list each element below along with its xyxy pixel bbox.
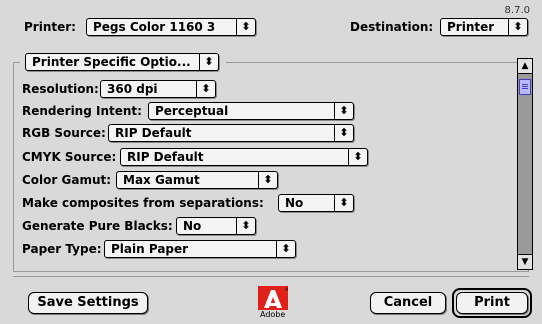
up-down-arrows-icon: ⬍: [236, 19, 255, 35]
cmyk-source-label: CMYK Source:: [22, 150, 117, 164]
make-composites-popup[interactable]: No ⬍: [278, 194, 354, 212]
up-down-arrows-icon: ⬍: [236, 218, 255, 234]
generate-pure-blacks-label: Generate Pure Blacks:: [22, 219, 173, 233]
scroll-down-arrow-icon[interactable]: ▼: [518, 254, 532, 269]
paper-type-value: Plain Paper: [111, 242, 189, 256]
up-down-arrows-icon: ⬍: [196, 81, 215, 97]
printer-popup[interactable]: Pegs Color 1160 3 ⬍: [86, 18, 256, 36]
resolution-popup[interactable]: 360 dpi ⬍: [100, 80, 216, 98]
print-button[interactable]: Print: [456, 292, 528, 314]
make-composites-value: No: [285, 196, 304, 210]
up-down-arrows-icon: ⬍: [276, 241, 295, 257]
printer-value: Pegs Color 1160 3: [93, 20, 216, 34]
destination-popup[interactable]: Printer ⬍: [440, 18, 528, 36]
rgb-source-value: RIP Default: [115, 126, 192, 140]
up-down-arrows-icon: ⬍: [334, 125, 353, 141]
scroll-up-arrow-icon[interactable]: ▲: [518, 59, 532, 74]
make-composites-label: Make composites from separations:: [22, 196, 264, 210]
rgb-source-popup[interactable]: RIP Default ⬍: [108, 124, 354, 142]
svg-text:®: ®: [285, 287, 288, 292]
cmyk-source-value: RIP Default: [127, 150, 204, 164]
generate-pure-blacks-popup[interactable]: No ⬍: [176, 217, 256, 235]
color-gamut-label: Color Gamut:: [22, 173, 112, 187]
printer-label: Printer:: [24, 20, 76, 34]
up-down-arrows-icon: ⬍: [258, 172, 277, 188]
cmyk-source-popup[interactable]: RIP Default ⬍: [120, 148, 368, 166]
panel-select-value: Printer Specific Optio...: [32, 55, 191, 69]
generate-pure-blacks-value: No: [183, 219, 202, 233]
rendering-intent-popup[interactable]: Perceptual ⬍: [148, 102, 354, 120]
up-down-arrows-icon: ⬍: [348, 149, 367, 165]
version-label: 8.7.0: [504, 5, 530, 16]
color-gamut-value: Max Gamut: [123, 173, 200, 187]
resolution-label: Resolution:: [22, 82, 99, 96]
up-down-arrows-icon: ⬍: [199, 54, 218, 70]
up-down-arrows-icon: ⬍: [334, 103, 353, 119]
up-down-arrows-icon: ⬍: [334, 195, 353, 211]
destination-label: Destination:: [350, 20, 434, 34]
bottom-divider: [13, 276, 529, 277]
paper-type-label: Paper Type:: [22, 242, 102, 256]
destination-value: Printer: [447, 20, 495, 34]
up-down-arrows-icon: ⬍: [508, 19, 527, 35]
adobe-logo-text: Adobe: [260, 310, 286, 319]
rgb-source-label: RGB Source:: [22, 126, 106, 140]
options-scrollbar[interactable]: ▲ ▼: [517, 58, 533, 270]
panel-select-popup[interactable]: Printer Specific Optio... ⬍: [25, 53, 219, 71]
scrollbar-thumb[interactable]: [519, 79, 531, 95]
resolution-value: 360 dpi: [107, 82, 158, 96]
color-gamut-popup[interactable]: Max Gamut ⬍: [116, 171, 278, 189]
rendering-intent-label: Rendering Intent:: [22, 104, 142, 118]
save-settings-button[interactable]: Save Settings: [28, 292, 148, 314]
paper-type-popup[interactable]: Plain Paper ⬍: [104, 240, 296, 258]
cancel-button[interactable]: Cancel: [370, 292, 446, 314]
rendering-intent-value: Perceptual: [155, 104, 229, 118]
